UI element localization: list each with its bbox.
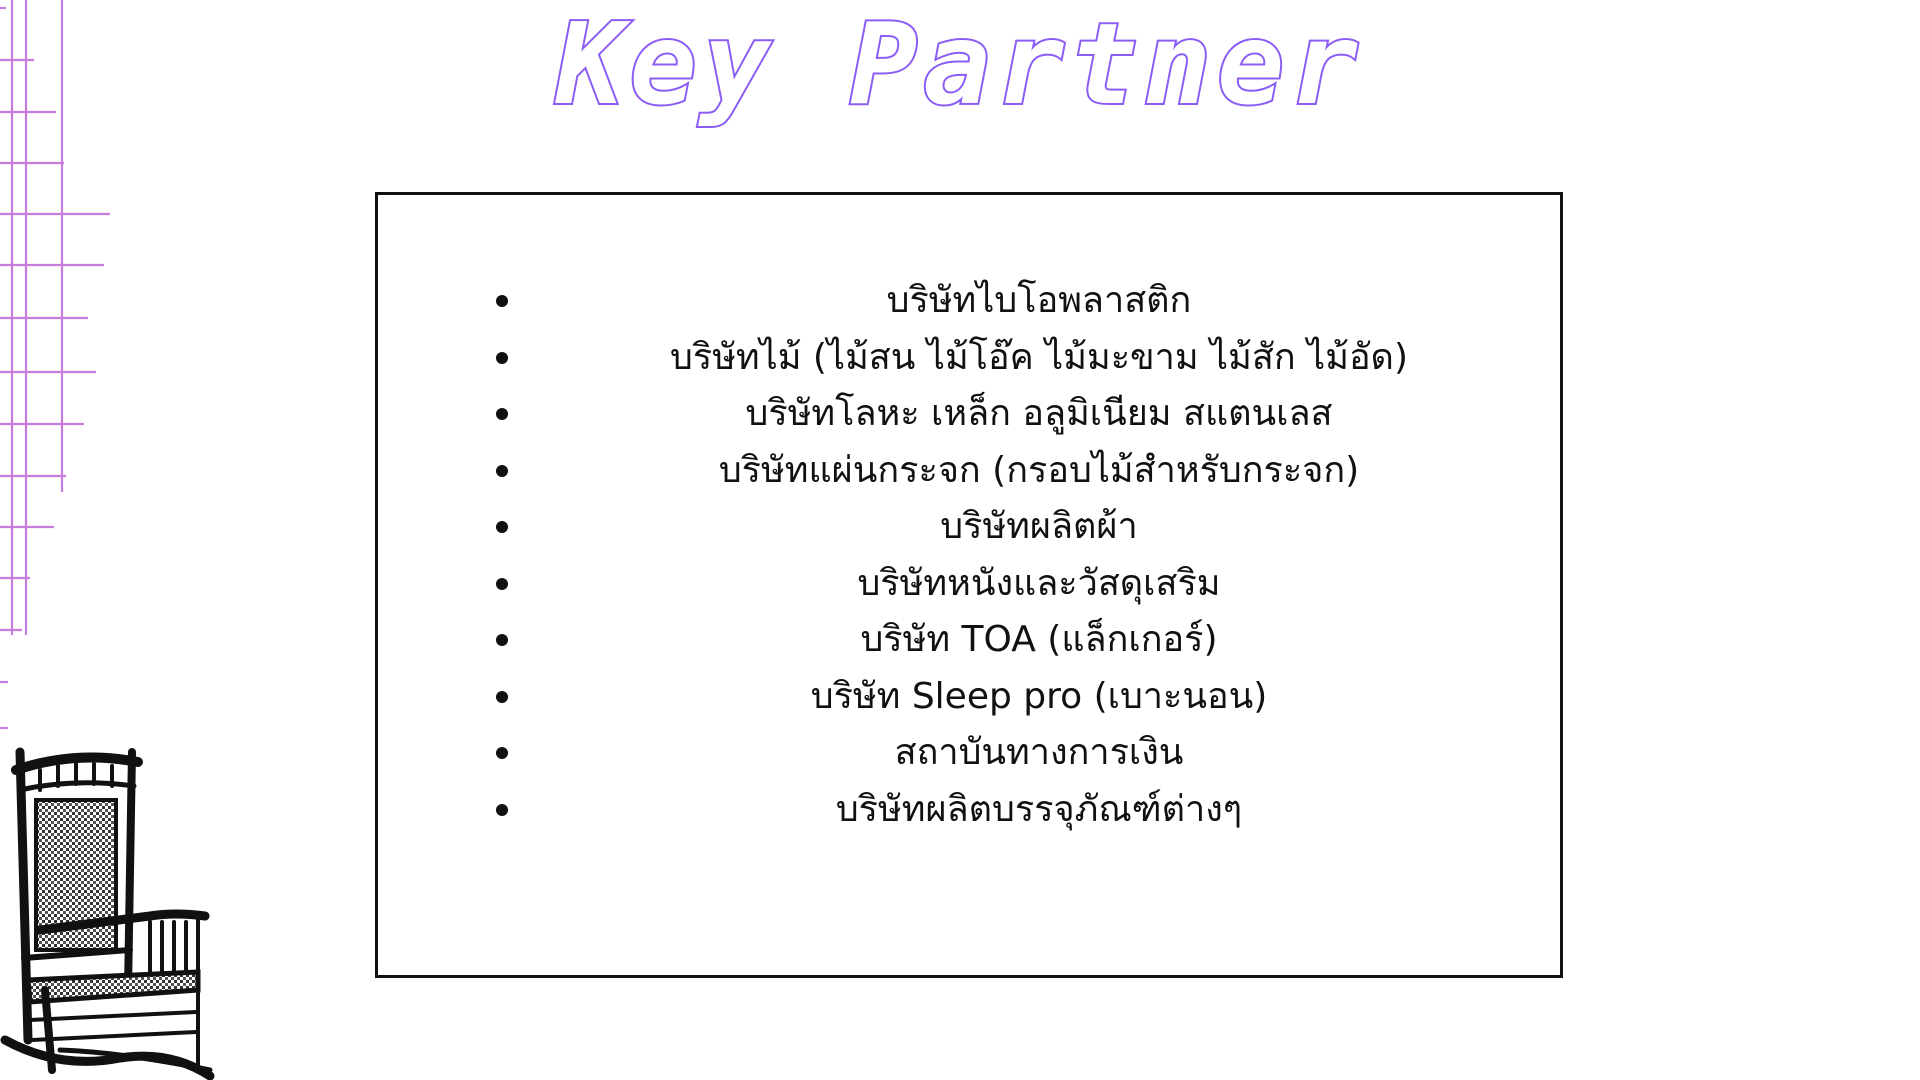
partner-label: บริษัทโลหะ เหล็ก อลูมิเนียม สแตนเลส bbox=[745, 393, 1333, 434]
bullet-icon bbox=[496, 577, 508, 590]
partner-label: บริษัท TOA (แล็กเกอร์) bbox=[860, 619, 1218, 660]
partner-item: สถาบันทางการเงิน bbox=[378, 725, 1560, 782]
partner-item: บริษัทผลิตผ้า bbox=[378, 499, 1560, 556]
bullet-icon bbox=[496, 351, 508, 364]
partner-list: บริษัทไบโอพลาสติกบริษัทไม้ (ไม้สน ไม้โอ๊… bbox=[378, 273, 1560, 838]
partner-item: บริษัท TOA (แล็กเกอร์) bbox=[378, 612, 1560, 669]
bullet-icon bbox=[496, 634, 508, 647]
slide: Key Partner บริษัทไบโอพลาสติกบริษัทไม้ (… bbox=[0, 0, 1920, 1080]
bullet-icon bbox=[496, 464, 508, 477]
partner-item: บริษัทแผ่นกระจก (กรอบไม้สำหรับกระจก) bbox=[378, 443, 1560, 500]
rocking-chair-illustration bbox=[0, 747, 215, 1080]
partner-label: บริษัทไบโอพลาสติก bbox=[886, 280, 1192, 321]
bullet-icon bbox=[496, 690, 508, 703]
partner-label: บริษัทผลิตผ้า bbox=[940, 506, 1138, 547]
partner-item: บริษัทหนังและวัสดุเสริม bbox=[378, 556, 1560, 613]
partner-item: บริษัทโลหะ เหล็ก อลูมิเนียม สแตนเลส bbox=[378, 386, 1560, 443]
partner-item: บริษัท Sleep pro (เบาะนอน) bbox=[378, 669, 1560, 726]
bullet-icon bbox=[496, 803, 508, 816]
bullet-icon bbox=[496, 408, 508, 421]
partner-item: บริษัทไม้ (ไม้สน ไม้โอ๊ค ไม้มะขาม ไม้สัก… bbox=[378, 330, 1560, 387]
bullet-icon bbox=[496, 747, 508, 760]
partner-label: บริษัทหนังและวัสดุเสริม bbox=[857, 562, 1221, 604]
partner-label: สถาบันทางการเงิน bbox=[894, 732, 1184, 773]
partner-label: บริษัทไม้ (ไม้สน ไม้โอ๊ค ไม้มะขาม ไม้สัก… bbox=[670, 336, 1408, 378]
bullet-icon bbox=[496, 521, 508, 534]
partners-box: บริษัทไบโอพลาสติกบริษัทไม้ (ไม้สน ไม้โอ๊… bbox=[375, 192, 1563, 978]
partner-item: บริษัทไบโอพลาสติก bbox=[378, 273, 1560, 330]
partner-label: บริษัทแผ่นกระจก (กรอบไม้สำหรับกระจก) bbox=[718, 449, 1360, 491]
partner-label: บริษัท Sleep pro (เบาะนอน) bbox=[810, 675, 1268, 717]
bullet-icon bbox=[496, 295, 508, 308]
slide-title: Key Partner bbox=[554, 0, 1364, 132]
partner-label: บริษัทผลิตบรรจุภัณฑ์ต่างๆ bbox=[835, 788, 1243, 830]
partner-item: บริษัทผลิตบรรจุภัณฑ์ต่างๆ bbox=[378, 782, 1560, 839]
